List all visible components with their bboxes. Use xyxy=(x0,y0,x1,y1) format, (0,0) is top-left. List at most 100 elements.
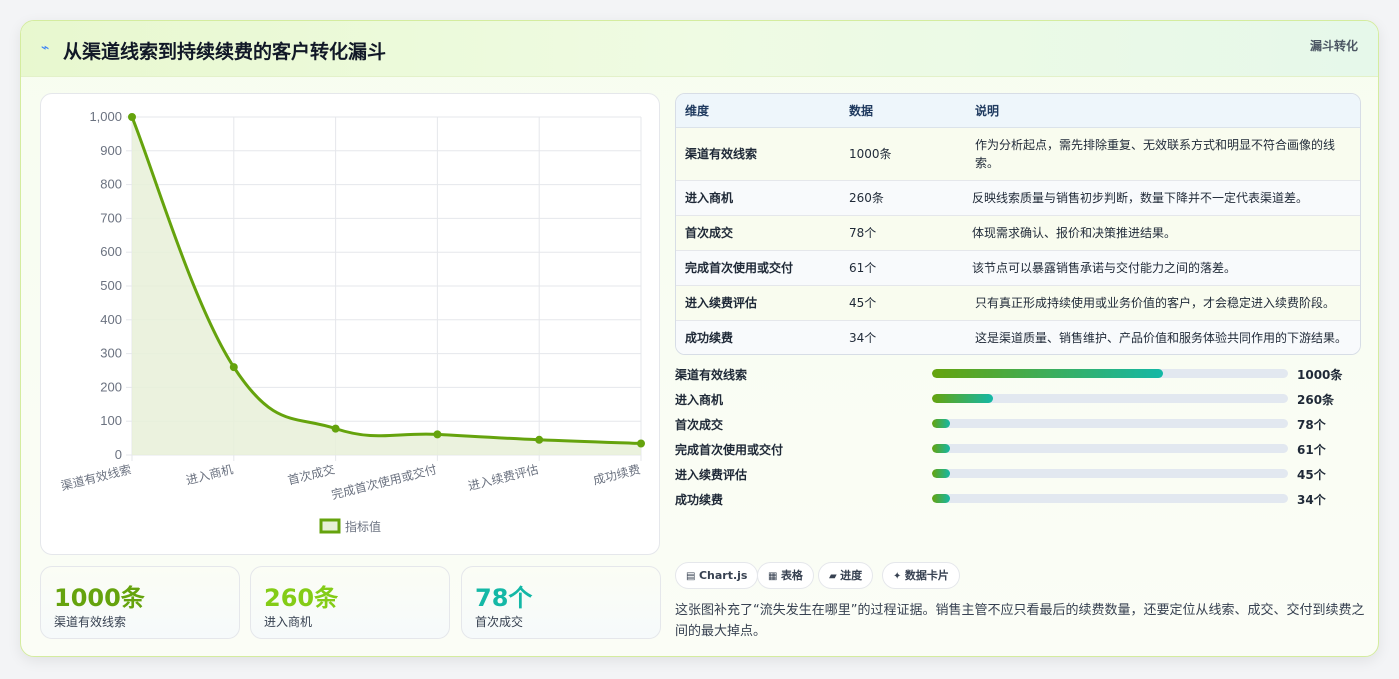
cell-value: 260条 xyxy=(840,180,963,216)
cell-description: 只有真正形成持续使用或业务价值的客户，才会稳定进入续费阶段。 xyxy=(963,285,1360,321)
y-tick-label: 100 xyxy=(100,413,122,428)
data-point xyxy=(433,430,442,439)
badge-label: 数据卡片 xyxy=(904,569,949,582)
sparkle-icon: ✦ xyxy=(893,571,905,582)
progress-icon: ▰ xyxy=(829,571,841,582)
progress-label: 完成首次使用或交付 xyxy=(675,443,784,457)
cell-description: 该节点可以暴露销售承诺与交付能力之间的落差。 xyxy=(963,250,1360,286)
x-tick-label: 成功续费 xyxy=(592,462,642,487)
cell-value: 78个 xyxy=(840,215,963,251)
progress-fill xyxy=(932,469,950,478)
stat-label: 进入商机 xyxy=(264,615,313,629)
stat-card-opportunities: 260条 进入商机 xyxy=(250,566,450,639)
data-point xyxy=(331,424,340,433)
legend-label: 指标值 xyxy=(345,519,381,534)
progress-value: 61个 xyxy=(1297,443,1326,457)
table-row: 进入续费评估 45个 只有真正形成持续使用或业务价值的客户，才会稳定进入续费阶段… xyxy=(676,285,1360,321)
stat-card-first-deals: 78个 首次成交 xyxy=(461,566,661,639)
chart-icon: ▤ xyxy=(686,571,699,582)
y-tick-label: 800 xyxy=(100,177,122,192)
cell-value: 34个 xyxy=(840,320,963,354)
badge-label: 进度 xyxy=(840,569,863,582)
progress-fill xyxy=(932,419,950,428)
y-tick-label: 200 xyxy=(100,379,122,394)
x-tick-label: 首次成交 xyxy=(286,461,336,487)
chart-panel: 0 100 200 300 400 500 600 700 800 900 1,000 渠道有效线索 进… xyxy=(40,93,660,555)
table-row: 完成首次使用或交付 61个 该节点可以暴露销售承诺与交付能力之间的落差。 xyxy=(676,250,1360,286)
y-tick-label: 700 xyxy=(100,210,122,225)
cell-dimension: 成功续费 xyxy=(676,320,840,354)
progress-row: 进入商机 260条 xyxy=(675,389,1361,409)
stat-value: 78个 xyxy=(475,584,533,612)
cell-value: 45个 xyxy=(840,285,963,321)
data-point xyxy=(637,439,645,448)
y-tick-label: 300 xyxy=(100,346,122,361)
cell-description: 反映线索质量与销售初步判断，数量下降并不一定代表渠道差。 xyxy=(963,180,1360,216)
stat-label: 渠道有效线索 xyxy=(54,615,127,629)
table-row: 渠道有效线索 1000条 作为分析起点，需先排除重复、无效联系方式和明显不符合画… xyxy=(676,127,1360,181)
page-title: 从渠道线索到持续续费的客户转化漏斗 xyxy=(63,41,387,63)
progress-fill xyxy=(932,369,1164,378)
progress-label: 渠道有效线索 xyxy=(675,368,748,382)
data-point xyxy=(128,113,136,121)
x-tick-label: 进入商机 xyxy=(184,461,234,487)
stat-card-leads: 1000条 渠道有效线索 xyxy=(40,566,240,639)
badge-label: 表格 xyxy=(780,569,803,582)
progress-track xyxy=(932,369,1288,378)
y-tick-label: 600 xyxy=(100,244,122,259)
cell-dimension: 进入续费评估 xyxy=(676,285,840,321)
cell-dimension: 渠道有效线索 xyxy=(676,127,840,181)
y-tick-label: 400 xyxy=(100,312,122,327)
cell-dimension: 进入商机 xyxy=(676,180,840,216)
progress-label: 进入商机 xyxy=(675,393,724,407)
progress-row: 首次成交 78个 xyxy=(675,414,1361,434)
progress-label: 进入续费评估 xyxy=(675,468,748,482)
cell-value: 61个 xyxy=(840,250,963,286)
progress-value: 34个 xyxy=(1297,493,1326,507)
column-header-dimension: 维度 xyxy=(676,94,840,128)
cell-dimension: 完成首次使用或交付 xyxy=(676,250,840,286)
cell-dimension: 首次成交 xyxy=(676,215,840,251)
progress-fill xyxy=(932,494,950,503)
legend-swatch xyxy=(319,518,341,534)
cell-value: 1000条 xyxy=(840,127,963,181)
badge-progress: ▰ 进度 xyxy=(818,562,874,589)
progress-value: 45个 xyxy=(1297,468,1326,482)
y-tick-label: 900 xyxy=(100,143,122,158)
progress-value: 260条 xyxy=(1297,393,1335,407)
progress-value: 1000条 xyxy=(1297,368,1343,382)
progress-fill xyxy=(932,444,950,453)
data-table: 维度 数据 说明 渠道有效线索 1000条 作为分析起点，需先排除重复、无效联系… xyxy=(675,93,1361,355)
cell-description: 体现需求确认、报价和决策推进结果。 xyxy=(963,215,1360,251)
badge-chart: ▤ Chart.js xyxy=(675,562,759,589)
progress-label: 首次成交 xyxy=(675,418,724,432)
progress-row: 进入续费评估 45个 xyxy=(675,464,1361,484)
stat-value: 1000条 xyxy=(54,584,145,612)
progress-value: 78个 xyxy=(1297,418,1326,432)
progress-row: 渠道有效线索 1000条 xyxy=(675,364,1361,384)
table-row: 进入商机 260条 反映线索质量与销售初步判断，数量下降并不一定代表渠道差。 xyxy=(676,180,1360,216)
header-tag: 漏斗转化 xyxy=(1309,39,1358,53)
table-row: 成功续费 34个 这是渠道质量、销售维护、产品价值和服务体验共同作用的下游结果。 xyxy=(676,320,1360,354)
y-tick-label: 1,000 xyxy=(89,109,122,124)
progress-track xyxy=(932,494,1288,503)
card-header: ⌁ 从渠道线索到持续续费的客户转化漏斗 漏斗转化 xyxy=(21,21,1378,77)
progress-fill xyxy=(932,394,993,403)
y-tick-label: 500 xyxy=(100,278,122,293)
badge-table: ▦ 表格 xyxy=(757,562,814,589)
x-tick-label: 完成首次使用或交付 xyxy=(330,461,438,502)
data-point xyxy=(229,363,238,372)
progress-track xyxy=(932,469,1288,478)
y-tick-label: 0 xyxy=(115,447,122,462)
x-tick-label: 渠道有效线索 xyxy=(59,461,133,493)
table-row: 首次成交 78个 体现需求确认、报价和决策推进结果。 xyxy=(676,215,1360,251)
cell-description: 作为分析起点，需先排除重复、无效联系方式和明显不符合画像的线索。 xyxy=(963,127,1360,181)
stat-value: 260条 xyxy=(264,584,339,612)
line-chart: 0 100 200 300 400 500 600 700 800 900 1,000 渠道有效线索 进… xyxy=(59,109,645,534)
progress-track xyxy=(932,419,1288,428)
lightning-icon: ⌁ xyxy=(41,40,50,56)
progress-row: 成功续费 34个 xyxy=(675,489,1361,509)
progress-row: 完成首次使用或交付 61个 xyxy=(675,439,1361,459)
funnel-card: ⌁ 从渠道线索到持续续费的客户转化漏斗 漏斗转化 0 100 200 300 400 50… xyxy=(20,20,1379,657)
table-icon: ▦ xyxy=(768,571,781,582)
